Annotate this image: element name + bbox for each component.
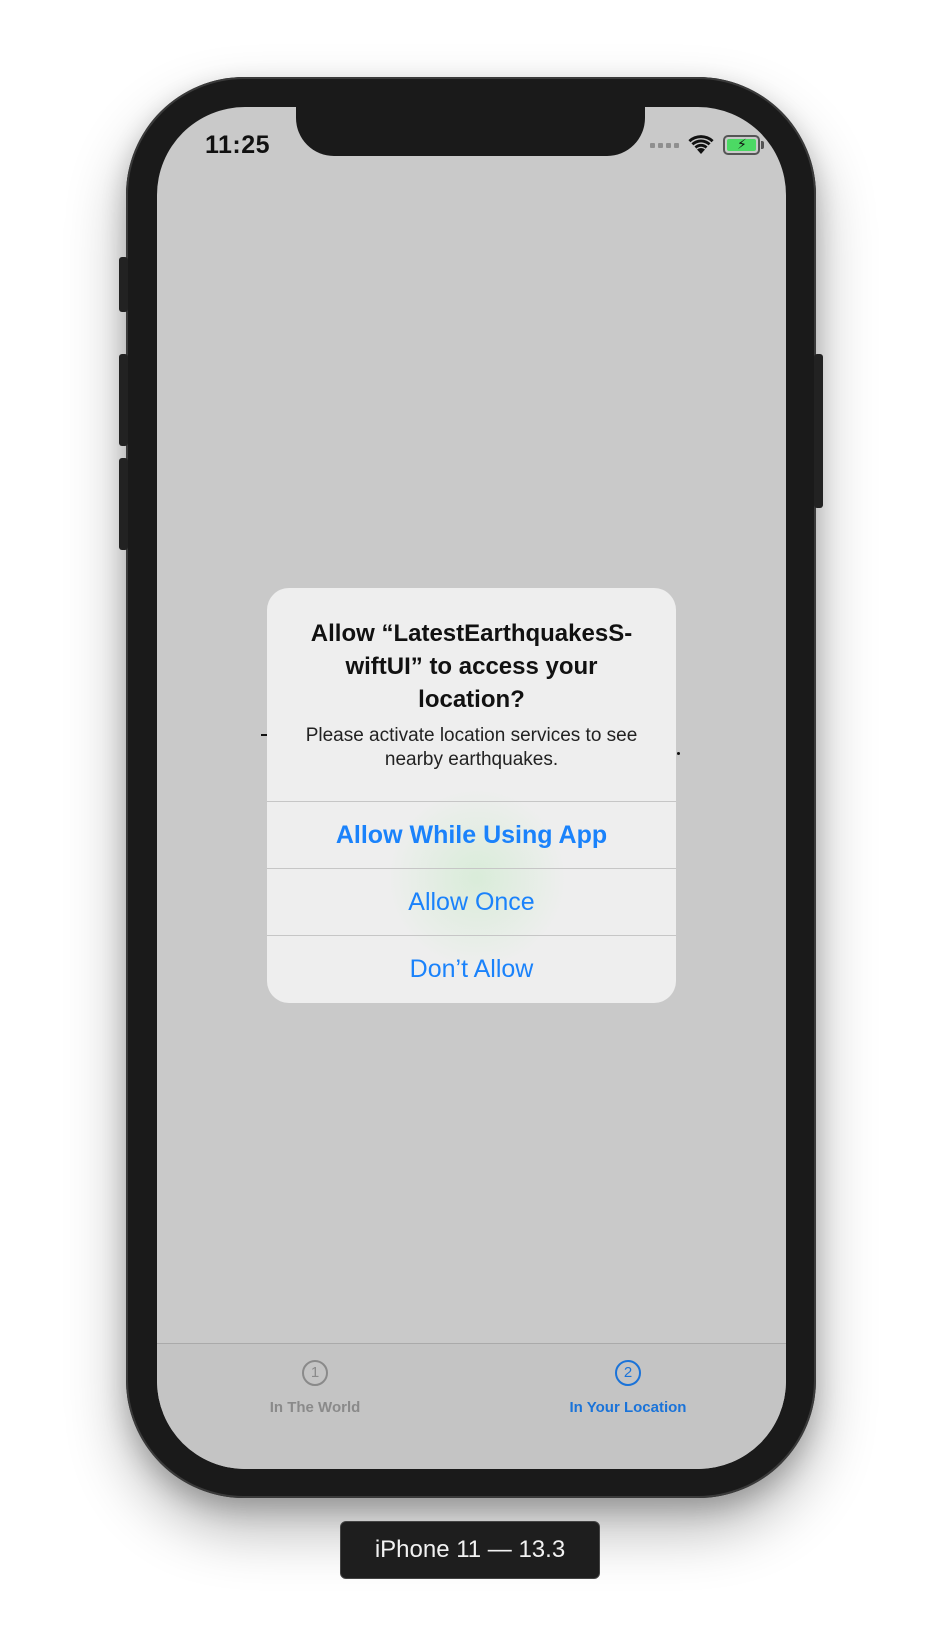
tab-bar: 1 In The World 2 In Your Location <box>157 1343 786 1469</box>
allow-once-button[interactable]: Allow Once <box>267 868 676 936</box>
wifi-icon <box>688 135 714 154</box>
circle-1-icon: 1 <box>302 1360 328 1386</box>
alert-message: Please activate location services to see… <box>305 725 638 770</box>
device-screen: 11:25 ⚡ Allow “LatestEarthquakesS- wiftU… <box>157 107 786 1469</box>
power-button <box>814 354 823 508</box>
tab-label: In Your Location <box>569 1399 687 1416</box>
background-text-fragment <box>677 752 680 755</box>
silent-switch <box>119 257 128 312</box>
location-permission-alert: Allow “LatestEarthquakesS- wiftUI” to ac… <box>267 588 676 1003</box>
alert-title: Allow “LatestEarthquakesS- wiftUI” to ac… <box>310 620 633 713</box>
device-label: iPhone 11 — 13.3 <box>340 1521 600 1579</box>
status-time: 11:25 <box>205 131 271 159</box>
battery-charging-icon: ⚡ <box>723 135 764 155</box>
cellular-signal-icon <box>650 142 679 148</box>
notch <box>296 107 645 156</box>
tab-label: In The World <box>269 1399 361 1416</box>
circle-2-icon: 2 <box>615 1360 641 1386</box>
volume-down-button <box>119 458 128 550</box>
volume-up-button <box>119 354 128 446</box>
dont-allow-button[interactable]: Don’t Allow <box>267 935 676 1003</box>
allow-while-using-app-button[interactable]: Allow While Using App <box>267 801 676 869</box>
status-icons: ⚡ <box>650 132 764 158</box>
